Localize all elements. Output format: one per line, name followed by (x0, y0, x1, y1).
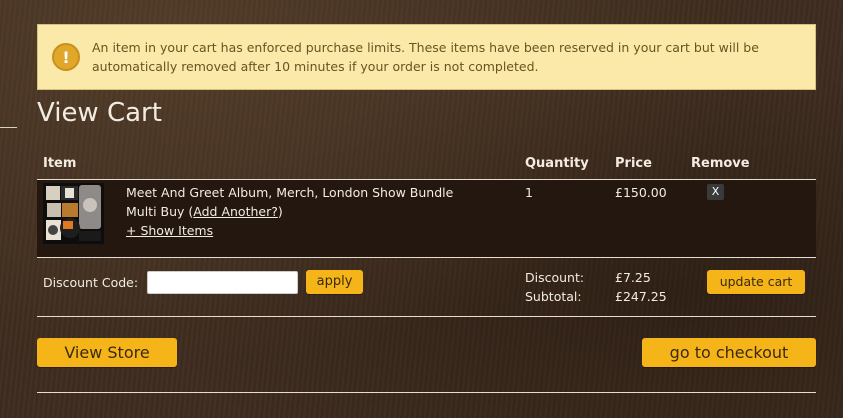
page-title: View Cart (37, 98, 162, 128)
header-price: Price (615, 156, 652, 171)
subtotal-value: £247.25 (615, 289, 667, 304)
product-thumbnail[interactable] (43, 183, 104, 244)
show-items-link[interactable]: + Show Items (126, 221, 213, 240)
item-quantity: 1 (525, 185, 533, 200)
title-divider (0, 127, 17, 128)
footer-divider (37, 392, 816, 393)
purchase-limit-alert: ! An item in your cart has enforced purc… (37, 24, 816, 90)
view-store-button[interactable]: View Store (37, 338, 177, 367)
add-another-link[interactable]: Add Another? (193, 204, 278, 219)
discount-value: £7.25 (615, 270, 651, 285)
product-name-line2: Multi Buy (Add Another?) (126, 202, 283, 221)
checkout-button[interactable]: go to checkout (642, 338, 816, 367)
totals-divider (37, 316, 816, 317)
row-divider (37, 257, 816, 258)
remove-item-button[interactable]: X (707, 184, 724, 200)
product-name: Meet And Greet Album, Merch, London Show… (126, 185, 454, 200)
product-image (43, 183, 104, 244)
warning-icon: ! (52, 43, 80, 71)
subtotal-label: Subtotal: (525, 289, 582, 304)
discount-label: Discount: (525, 270, 585, 285)
discount-code-label: Discount Code: (43, 275, 139, 290)
alert-message: An item in your cart has enforced purcha… (92, 40, 759, 74)
update-cart-button[interactable]: update cart (707, 270, 805, 294)
header-item: Item (43, 156, 77, 171)
item-price: £150.00 (615, 185, 667, 200)
header-quantity: Quantity (525, 156, 589, 171)
product-variant-label: Multi Buy ( (126, 204, 194, 219)
discount-code-input[interactable] (147, 271, 298, 294)
apply-discount-button[interactable]: apply (306, 270, 363, 294)
header-remove: Remove (691, 156, 750, 171)
product-variant-close: ) (277, 204, 283, 219)
